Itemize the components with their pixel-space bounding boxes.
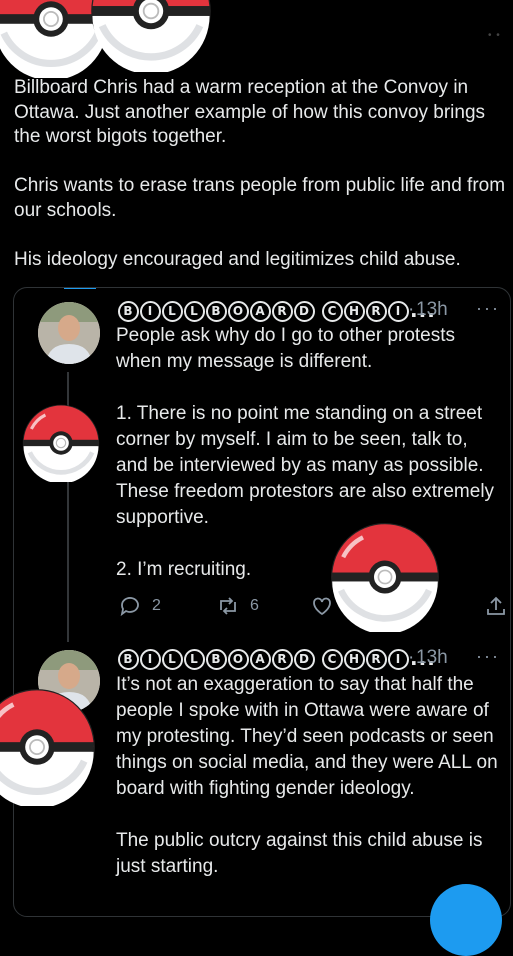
avatar[interactable] [38,302,100,364]
share-icon [487,596,505,615]
name-letter: C [322,649,343,670]
pokeball-sticker-bottom-left [0,688,96,809]
retweet-button[interactable]: 6 [216,594,259,618]
name-letter: L [162,649,183,670]
reply-button[interactable]: 2 [118,594,161,618]
corner-dots-icon: • • [488,30,501,41]
name-letter: L [162,301,183,322]
name-letter: B [206,301,227,322]
tweet-text: People ask why do I go to other protests… [116,325,495,580]
tweet-timestamp[interactable]: 13h [416,299,448,321]
name-letter: L [184,649,205,670]
name-letter: H [344,301,365,322]
retweet-icon [220,597,236,615]
tweet-author-name[interactable]: B I L L B O A R D C H R I... [118,646,436,670]
tweet-actions: 2 6 1 [118,594,508,620]
main-tweet-text: Billboard Chris had a warm reception at … [14,77,506,270]
compose-tweet-button[interactable] [430,884,502,956]
retweet-count: 6 [250,597,259,614]
quote-accent-line [64,288,96,289]
tweet-author-name[interactable]: B I L L B O A R D C H R I... [118,298,436,322]
name-letter: A [250,301,271,322]
name-letter: I [140,301,161,322]
name-letter: I [140,649,161,670]
name-letter: O [228,649,249,670]
pokeball-sticker-left [22,404,100,484]
pokeball-icon [331,523,439,635]
pokeball-icon [91,0,211,75]
pokeball-icon [0,689,95,809]
pokeball-sticker-top-center [90,0,212,75]
reply-count: 2 [152,597,161,614]
name-letter: B [118,649,139,670]
tweet-text: It’s not an exaggeration to say that hal… [116,674,498,877]
tweet-dot: · [408,299,415,320]
name-letter: I [388,301,409,322]
name-letter: A [250,649,271,670]
name-letter: D [294,301,315,322]
tweet-dot: · [408,647,415,668]
more-options-icon[interactable]: ··· [476,646,500,667]
name-letter: R [272,301,293,322]
tweet-timestamp[interactable]: 13h [416,647,448,669]
share-button[interactable] [484,594,508,618]
pokeball-icon [22,404,100,484]
name-letter: B [206,649,227,670]
name-letter: H [344,649,365,670]
reply-icon [120,597,139,617]
name-letter: I [388,649,409,670]
name-letter: B [118,301,139,322]
avatar-photo-icon [38,302,100,364]
name-letter: R [272,649,293,670]
name-letter: R [366,301,387,322]
name-letter: C [322,301,343,322]
more-options-icon[interactable]: ··· [476,298,500,319]
name-letter: L [184,301,205,322]
name-letter: O [228,301,249,322]
name-letter: D [294,649,315,670]
name-letter: R [366,649,387,670]
pokeball-sticker-right [330,522,440,635]
